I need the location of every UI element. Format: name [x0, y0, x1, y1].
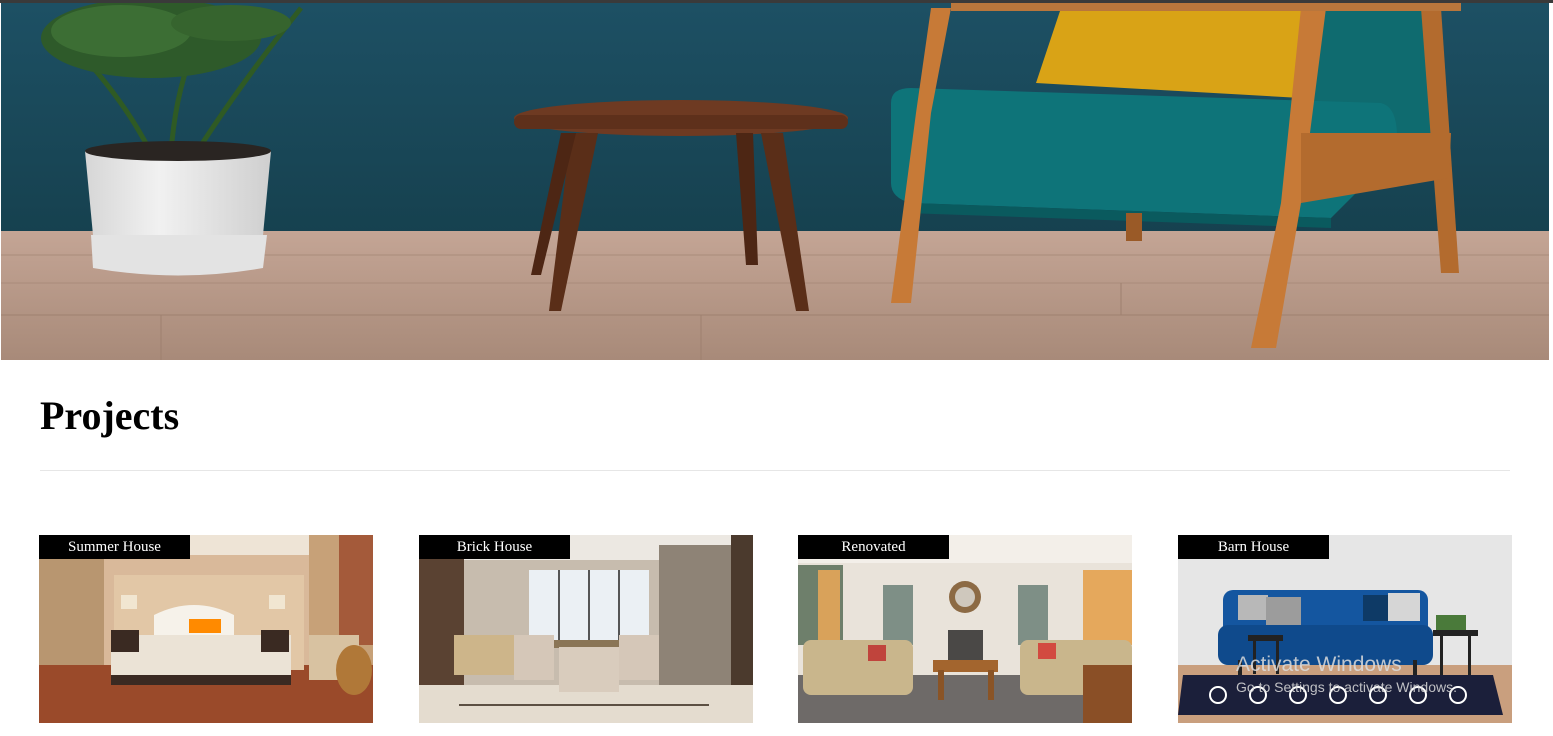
card-label: Renovated	[798, 535, 949, 559]
project-card-renovated[interactable]: Renovated	[798, 535, 1132, 723]
project-card-barn-house[interactable]: Barn House	[1178, 535, 1512, 723]
living-room-image	[798, 535, 1132, 723]
bedroom-image	[39, 535, 373, 723]
card-label: Barn House	[1178, 535, 1329, 559]
page-title: Projects	[40, 393, 180, 438]
hero-image	[1, 3, 1549, 360]
card-label: Summer House	[39, 535, 190, 559]
blue-sofa-room-image	[1178, 535, 1512, 723]
hero-banner	[1, 3, 1549, 360]
card-label: Brick House	[419, 535, 570, 559]
section-divider	[40, 470, 1510, 471]
dining-room-image	[419, 535, 753, 723]
project-card-summer-house[interactable]: Summer House	[39, 535, 373, 723]
project-card-brick-house[interactable]: Brick House	[419, 535, 753, 723]
